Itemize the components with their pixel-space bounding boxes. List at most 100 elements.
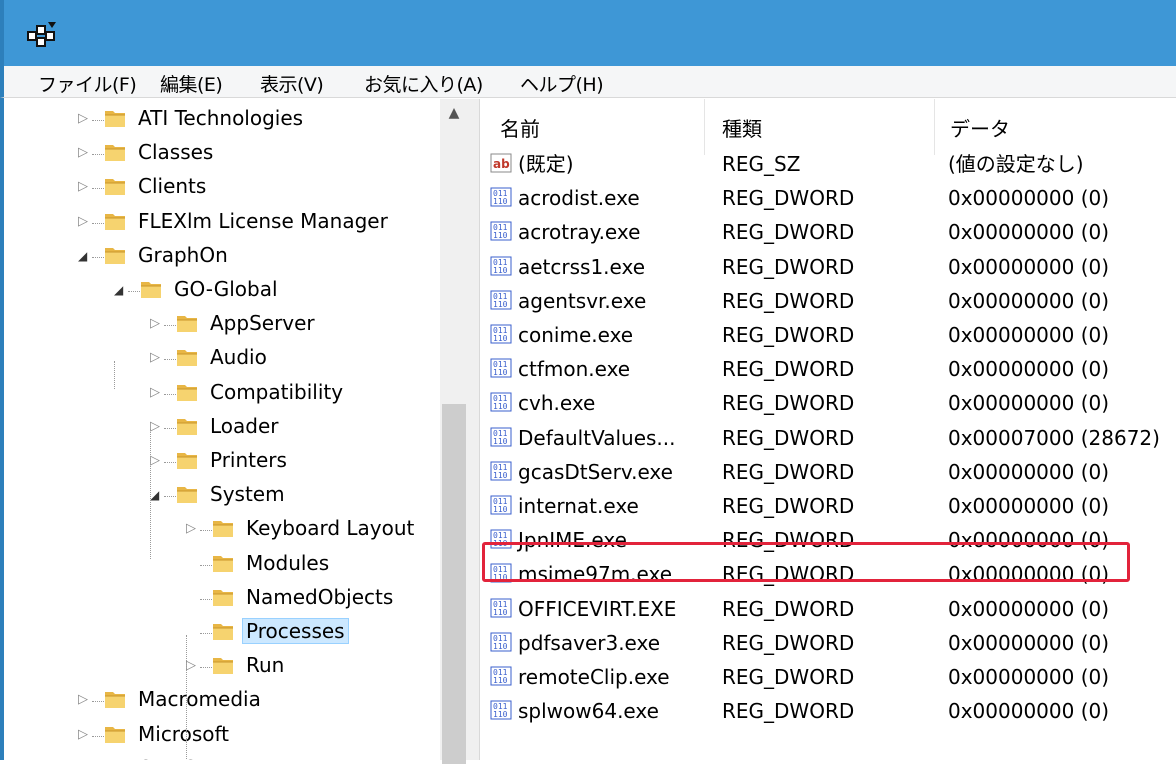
- tree-item[interactable]: ▷ Microsoft: [78, 721, 444, 751]
- value-data: 0x00000000 (0): [948, 220, 1110, 245]
- menu-view[interactable]: 表示(V): [260, 70, 324, 97]
- collapsed-arrow-icon[interactable]: ▷: [78, 692, 92, 708]
- tree-item-label: Run: [246, 653, 285, 678]
- tree-item[interactable]: ▷ Run: [186, 652, 444, 682]
- tree-connector: [92, 188, 104, 190]
- tree-item[interactable]: ▷ FLEXlm License Manager: [78, 208, 444, 238]
- tree-item[interactable]: ▷ ATI Technologies: [78, 105, 444, 135]
- value-row[interactable]: 011 110 ctfmon.exe REG_DWORD 0x00000000 (0): [480, 352, 1176, 386]
- value-row[interactable]: ab (既定) REG_SZ (値の設定なし): [480, 147, 1176, 181]
- value-row[interactable]: 011 110 remoteClip.exe REG_DWORD 0x00000000 …: [480, 660, 1176, 694]
- dword-value-icon: 011 110: [490, 187, 512, 207]
- column-header-data[interactable]: データ: [950, 113, 1010, 142]
- collapsed-arrow-icon[interactable]: ▷: [78, 727, 92, 743]
- tree-item-label: GraphOn: [138, 242, 228, 267]
- value-name: (既定): [518, 152, 574, 176]
- folder-icon: [176, 415, 198, 437]
- value-row[interactable]: 011 110 conime.exe REG_DWORD 0x00000000 (0): [480, 318, 1176, 352]
- menu-help[interactable]: ヘルプ(H): [520, 70, 604, 97]
- value-name: ctfmon.exe: [518, 357, 631, 382]
- tree-item-label: Macromedia: [138, 687, 261, 712]
- tree-item[interactable]: ▷ AppServer: [150, 310, 444, 340]
- tree-connector: [92, 120, 104, 121]
- pane-splitter[interactable]: [468, 99, 480, 760]
- tree-item-label: System: [210, 482, 285, 507]
- svg-text:110: 110: [493, 505, 508, 514]
- column-header-name[interactable]: 名前: [500, 113, 540, 142]
- collapsed-arrow-icon[interactable]: ▷: [150, 350, 164, 366]
- tree-connector: [164, 462, 176, 463]
- value-type: REG_DWORD: [722, 220, 855, 245]
- menu-bar: ファイル(F) 編集(E) 表示(V) お気に入り(A) ヘルプ(H): [0, 66, 1176, 98]
- tree-item-label: Microsoft: [138, 721, 230, 746]
- collapsed-arrow-icon[interactable]: ▷: [150, 385, 164, 401]
- tree-item[interactable]: ▷ Compatibility: [150, 379, 444, 409]
- collapsed-arrow-icon[interactable]: ▷: [186, 658, 200, 674]
- value-row[interactable]: 011 110 agentsvr.exe REG_DWORD 0x00000000 (0…: [480, 284, 1176, 318]
- menu-file[interactable]: ファイル(F): [38, 70, 137, 97]
- value-row[interactable]: 011 110 aetcrss1.exe REG_DWORD 0x00000000 (0…: [480, 250, 1176, 284]
- collapsed-arrow-icon[interactable]: ▷: [78, 145, 92, 161]
- value-name: acrotray.exe: [518, 220, 641, 245]
- value-row[interactable]: 011 110 acrotray.exe REG_DWORD 0x00000000 (0…: [480, 215, 1176, 249]
- value-row[interactable]: 011 110 splwow64.exe REG_DWORD 0x00000000 (0…: [480, 694, 1176, 728]
- value-row[interactable]: 011 110 acrodist.exe REG_DWORD 0x00000000 (0…: [480, 181, 1176, 215]
- svg-text:110: 110: [493, 676, 508, 685]
- value-data: 0x00000000 (0): [948, 186, 1110, 211]
- tree-scrollbar[interactable]: ▲: [440, 99, 468, 764]
- column-header-type[interactable]: 種類: [722, 113, 762, 142]
- tree-item[interactable]: ▷ Classes: [78, 139, 444, 169]
- tree-item[interactable]: ▷ Keyboard Layout: [186, 515, 444, 545]
- tree-item[interactable]: ▷ Macromedia: [78, 686, 444, 716]
- collapsed-arrow-icon[interactable]: ▷: [186, 521, 200, 537]
- folder-icon: [104, 210, 126, 232]
- menu-favorites[interactable]: お気に入り(A): [364, 70, 483, 97]
- value-row[interactable]: 011 110 pdfsaver3.exe REG_DWORD 0x00000000 (…: [480, 626, 1176, 660]
- tree-connector: [92, 222, 104, 224]
- collapsed-arrow-icon[interactable]: ▷: [78, 111, 92, 127]
- value-name: gcasDtServ.exe: [518, 459, 673, 484]
- scroll-thumb[interactable]: [442, 404, 466, 764]
- tree-item[interactable]: ▷ODBC: [78, 755, 444, 760]
- tree-item[interactable]: ◢ GO-Global: [114, 276, 444, 306]
- collapsed-arrow-icon[interactable]: ▷: [78, 214, 92, 230]
- tree-item[interactable]: ◢ GraphOn: [78, 242, 444, 272]
- svg-text:110: 110: [493, 231, 508, 240]
- tree-item[interactable]: Processes: [186, 618, 444, 648]
- collapsed-arrow-icon[interactable]: ▷: [150, 453, 164, 469]
- tree-connector: [92, 701, 104, 703]
- collapsed-arrow-icon[interactable]: ▷: [150, 316, 164, 332]
- value-type: REG_DWORD: [722, 254, 855, 279]
- dword-value-icon: 011 110: [490, 324, 512, 344]
- tree-connector: [92, 154, 104, 156]
- value-type: REG_SZ: [722, 152, 801, 176]
- value-type: REG_DWORD: [722, 596, 855, 621]
- folder-icon: [104, 688, 126, 710]
- tree-item[interactable]: Modules: [186, 550, 444, 580]
- tree-item[interactable]: NamedObjects: [186, 584, 444, 614]
- tree-item[interactable]: ▷ Clients: [78, 173, 444, 203]
- tree-item[interactable]: ▷ Printers: [150, 447, 444, 477]
- value-row[interactable]: 011 110 internat.exe REG_DWORD 0x00000000 (0…: [480, 489, 1176, 523]
- tree-item-label: Audio: [210, 345, 267, 370]
- tree-item[interactable]: ▷ Loader: [150, 413, 444, 443]
- folder-icon: [176, 483, 198, 505]
- value-row[interactable]: 011 110 cvh.exe REG_DWORD 0x00000000 (0): [480, 386, 1176, 420]
- tree-item-label: Clients: [138, 174, 207, 199]
- value-row[interactable]: 011 110 DefaultValues... REG_DWORD 0x0000700…: [480, 421, 1176, 455]
- tree-item[interactable]: ▷ Audio: [150, 344, 444, 374]
- value-name: DefaultValues...: [518, 425, 676, 450]
- collapsed-arrow-icon[interactable]: ▷: [78, 179, 92, 195]
- expanded-arrow-icon[interactable]: ◢: [150, 487, 164, 503]
- collapsed-arrow-icon[interactable]: ▷: [150, 419, 164, 435]
- tree-connector: [164, 359, 176, 361]
- tree-guide-line: [186, 635, 187, 760]
- menu-edit[interactable]: 編集(E): [160, 70, 223, 97]
- tree-item[interactable]: ◢ System: [150, 481, 444, 511]
- value-row[interactable]: 011 110 OFFICEVIRT.EXE REG_DWORD 0x00000000 …: [480, 592, 1176, 626]
- value-row[interactable]: 011 110 gcasDtServ.exe REG_DWORD 0x00000000 …: [480, 455, 1176, 489]
- expanded-arrow-icon[interactable]: ◢: [114, 282, 128, 298]
- scroll-up-icon[interactable]: ▲: [440, 99, 468, 127]
- expanded-arrow-icon[interactable]: ◢: [78, 248, 92, 264]
- dword-value-icon: 011 110: [490, 495, 512, 515]
